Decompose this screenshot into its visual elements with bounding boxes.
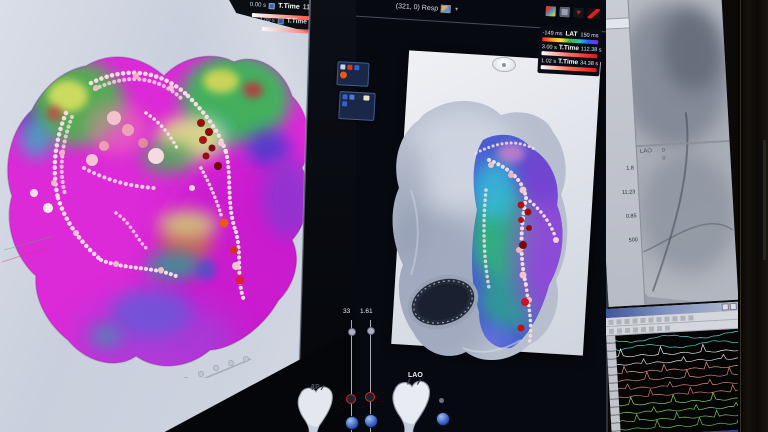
- monitor-bezel: [738, 0, 768, 432]
- pin-dot: [501, 62, 507, 67]
- scale-min: 3.00 s: [541, 43, 557, 51]
- archive-icon[interactable]: [559, 6, 570, 18]
- fluoro-view-label: LAO: [639, 148, 653, 155]
- slider-handle[interactable]: [367, 327, 375, 335]
- sidebar-highlight-row[interactable]: [606, 17, 630, 31]
- lat-min: -149 ms: [542, 29, 563, 37]
- record-button[interactable]: [339, 71, 348, 79]
- handle-dot[interactable]: [439, 398, 444, 403]
- control-button[interactable]: [345, 416, 359, 430]
- slider-value: 1.61: [360, 308, 373, 315]
- tool-button[interactable]: [363, 95, 370, 101]
- scale-label: T.Time: [557, 58, 579, 67]
- respiration-icon: [440, 4, 452, 14]
- mini-toolbar-2[interactable]: [338, 91, 376, 121]
- frame-counter: 0: [662, 155, 666, 162]
- scale-label: T.Time: [277, 2, 300, 11]
- tool-button[interactable]: [356, 94, 362, 101]
- color-scale-panel: -149 ms LAT 150 ms 3.00 s T.Time 112.38 …: [537, 26, 602, 77]
- sidebar-value: 0.85: [625, 213, 637, 220]
- slider-handle-ring[interactable]: [365, 392, 375, 402]
- tool-button[interactable]: [347, 64, 353, 70]
- chevron-down-icon: ▼: [453, 6, 460, 13]
- mini-toolbar-1[interactable]: [336, 61, 370, 87]
- maximize-icon[interactable]: [729, 302, 737, 311]
- sidebar-value: 500: [628, 237, 639, 244]
- ecg-plot-area: [606, 328, 754, 432]
- slider-value: 33: [343, 308, 351, 315]
- tool-button[interactable]: [349, 94, 355, 100]
- slider-handle-ring[interactable]: [346, 394, 356, 404]
- map-toolbar: ♥: [545, 6, 600, 19]
- fluoro-ecg-monitor: 1.8 11:23 0.85 500 LAO 0 0: [606, 0, 768, 432]
- slider-handle[interactable]: [348, 328, 356, 336]
- control-button[interactable]: [364, 414, 378, 428]
- inter-monitor-controls: 33 1.61: [300, 0, 418, 432]
- frame-counter: 0: [661, 147, 666, 154]
- tool-button[interactable]: [341, 101, 348, 107]
- map-action-button[interactable]: [436, 412, 450, 426]
- tool-button[interactable]: [342, 94, 348, 100]
- ecg-traces: [615, 330, 745, 431]
- ttime-icon: [268, 2, 276, 9]
- scale-min: 1.02 s: [540, 57, 557, 65]
- scale-label: T.Time: [558, 44, 580, 53]
- fluoroscopy-viewer[interactable]: 1.8 11:23 0.85 500 LAO 0 0: [606, 0, 739, 307]
- tool-button[interactable]: [340, 64, 346, 70]
- scale-max: 34.38 s: [579, 59, 599, 67]
- heart-tool-icon[interactable]: ♥: [573, 7, 584, 19]
- disconnect-icon[interactable]: [587, 8, 600, 19]
- sidebar-value: 11:23: [621, 189, 636, 197]
- scale-min: 1.00 s: [259, 16, 275, 24]
- lat-max: 150 ms: [580, 31, 599, 39]
- patient-icon[interactable]: [545, 6, 556, 17]
- ecg-recording-window[interactable]: [606, 301, 755, 432]
- ttime-icon: [277, 17, 284, 24]
- scale-min: 0.00 s: [249, 1, 267, 9]
- sidebar-value: 1.8: [626, 165, 635, 172]
- scale-max: 112.38 s: [580, 45, 602, 53]
- tool-button[interactable]: [354, 65, 360, 71]
- minimize-icon[interactable]: [721, 303, 729, 311]
- left-electroanatomical-map[interactable]: [0, 18, 326, 378]
- lat-label: LAT: [565, 30, 578, 39]
